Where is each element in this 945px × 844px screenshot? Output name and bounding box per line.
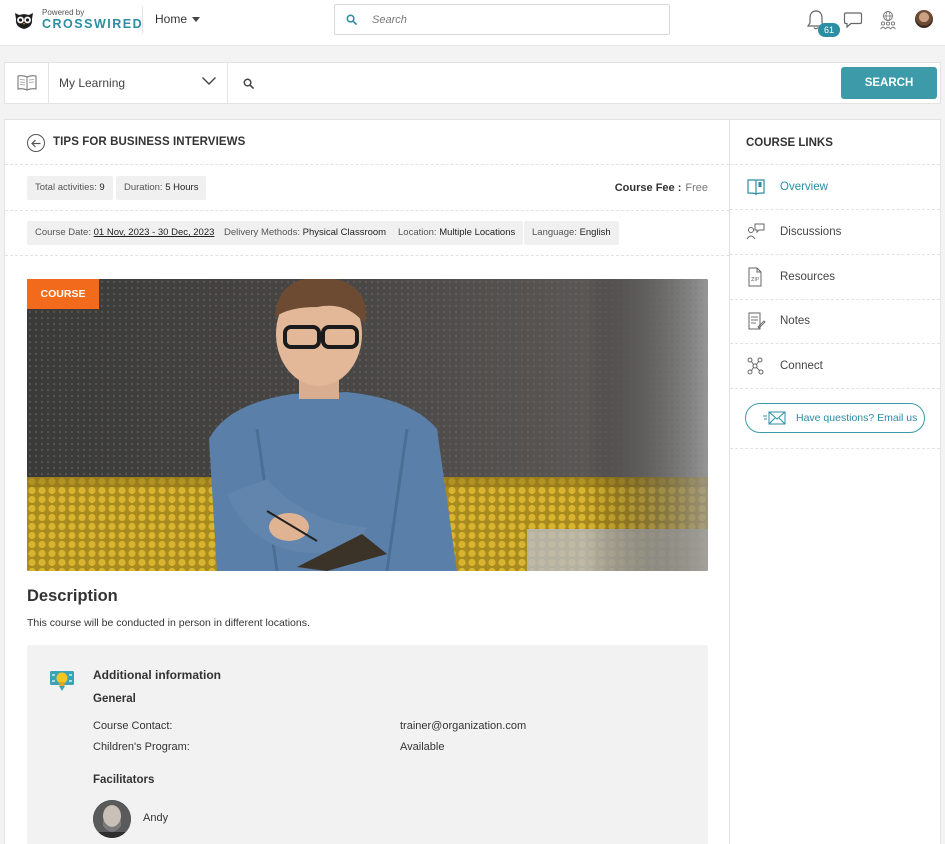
location-value: Multiple Locations <box>439 227 516 238</box>
course-title-row: TIPS FOR BUSINESS INTERVIEWS <box>5 120 729 165</box>
learning-scope-value: My Learning <box>59 76 126 90</box>
course-fee: Course Fee : Free <box>615 182 708 194</box>
sidebar-item-connect[interactable]: Connect <box>730 344 940 389</box>
powered-by-label: Powered by <box>42 8 85 18</box>
total-activities-value: 9 <box>99 182 105 193</box>
course-type-badge: COURSE <box>27 279 99 309</box>
sidebar-item-label: Discussions <box>780 225 842 238</box>
users-globe-icon[interactable] <box>879 10 897 30</box>
sidebar-item-overview[interactable]: Overview <box>730 165 940 210</box>
course-meta-row: Total activities: 9 Duration: 5 Hours Co… <box>5 165 729 211</box>
sidebar-item-label: Notes <box>780 314 811 327</box>
facilitator-name[interactable]: Andy <box>143 812 168 824</box>
sidebar-item-label: Connect <box>780 359 823 372</box>
course-links-title: COURSE LINKS <box>730 120 940 165</box>
sidebar-item-label: Overview <box>780 180 828 193</box>
learning-search-input[interactable] <box>264 76 824 90</box>
total-activities-label: Total activities: <box>35 182 97 193</box>
description-heading: Description <box>27 587 118 605</box>
caret-down-icon <box>192 16 201 22</box>
book-open-icon <box>747 179 765 196</box>
facilitators-title: Facilitators <box>93 774 155 786</box>
info-row-value: trainer@organization.com <box>400 720 527 732</box>
search-icon <box>346 14 357 25</box>
sidebar-item-notes[interactable]: Notes <box>730 299 940 344</box>
course-fee-value: Free <box>685 182 708 194</box>
nav-divider <box>142 6 143 34</box>
info-row-value: Available <box>400 741 445 753</box>
info-row-label: Children's Program: <box>93 741 190 753</box>
notes-icon <box>748 312 766 330</box>
page-title: TIPS FOR BUSINESS INTERVIEWS <box>53 136 246 148</box>
svg-text:ZIP: ZIP <box>751 277 759 283</box>
search-icon <box>243 78 254 89</box>
location-label: Location: <box>398 227 437 238</box>
location-chip: Location: Multiple Locations <box>390 221 524 245</box>
learning-search-bar: My Learning SEARCH <box>4 62 941 104</box>
sidebar-item-discussions[interactable]: Discussions <box>730 210 940 255</box>
course-detail-panel: TIPS FOR BUSINESS INTERVIEWS Total activ… <box>4 119 730 844</box>
zip-file-icon: ZIP <box>748 267 762 287</box>
arrow-left-icon <box>31 139 41 147</box>
chat-bubble-icon[interactable] <box>843 10 863 30</box>
general-section-title: General <box>93 693 136 705</box>
global-search-box[interactable] <box>334 4 670 35</box>
delivery-methods-value: Physical Classroom <box>302 227 387 238</box>
description-text: This course will be conducted in person … <box>27 617 310 629</box>
total-activities-chip: Total activities: 9 <box>27 176 113 200</box>
language-label: Language: <box>532 227 577 238</box>
course-date-label: Course Date: <box>35 227 91 238</box>
delivery-methods-chip: Delivery Methods: Physical Classroom <box>216 221 395 245</box>
course-fee-label: Course Fee : <box>614 182 682 194</box>
additional-info-box: Additional information General Course Co… <box>27 645 708 844</box>
course-hero-image <box>27 279 708 571</box>
duration-value: 5 Hours <box>165 182 199 193</box>
chevron-down-icon <box>202 77 216 85</box>
discussion-icon <box>746 223 765 240</box>
catalog-button[interactable] <box>5 63 49 103</box>
home-dropdown-label: Home <box>155 12 188 26</box>
delivery-methods-label: Delivery Methods: <box>224 227 301 238</box>
sidebar-item-label: Resources <box>780 270 835 283</box>
global-search-input[interactable] <box>372 13 642 26</box>
owl-logo-icon <box>15 13 33 29</box>
search-button[interactable]: SEARCH <box>841 67 937 99</box>
additional-info-title: Additional information <box>93 668 221 682</box>
idea-presentation-icon <box>50 671 74 691</box>
home-dropdown[interactable]: Home <box>155 12 201 26</box>
notification-count-badge: 61 <box>818 23 840 37</box>
language-value: English <box>579 227 611 238</box>
back-button[interactable] <box>27 134 45 152</box>
course-links-sidebar: COURSE LINKS Overview Discussions ZIP Re… <box>729 119 941 844</box>
learning-scope-select[interactable]: My Learning <box>49 63 228 103</box>
email-us-label: Have questions? Email us <box>796 412 918 424</box>
sidebar-divider <box>730 448 940 449</box>
sidebar-item-resources[interactable]: ZIP Resources <box>730 255 940 300</box>
facilitator-photo <box>93 800 131 838</box>
top-navbar: Powered by CROSSWIRED Home 61 <box>0 0 945 46</box>
duration-chip: Duration: 5 Hours <box>116 176 207 200</box>
duration-label: Duration: <box>124 182 163 193</box>
language-chip: Language: English <box>524 221 619 245</box>
open-book-icon <box>16 75 37 91</box>
course-date-chip: Course Date: 01 Nov, 2023 - 30 Dec, 2023 <box>27 221 223 245</box>
course-date-value[interactable]: 01 Nov, 2023 - 30 Dec, 2023 <box>94 227 215 238</box>
user-avatar[interactable] <box>915 10 933 28</box>
info-row-label: Course Contact: <box>93 720 173 732</box>
brand-logo[interactable]: Powered by CROSSWIRED <box>13 9 143 31</box>
network-icon <box>747 357 764 375</box>
brand-name: CROSSWIRED <box>42 17 144 32</box>
envelope-icon <box>763 411 786 425</box>
facilitator-avatar[interactable] <box>93 800 131 838</box>
hero-illustration <box>27 279 708 571</box>
learning-search-box[interactable] <box>228 63 838 103</box>
email-us-button[interactable]: Have questions? Email us <box>745 403 925 433</box>
course-details-row: Course Date: 01 Nov, 2023 - 30 Dec, 2023… <box>5 211 729 256</box>
